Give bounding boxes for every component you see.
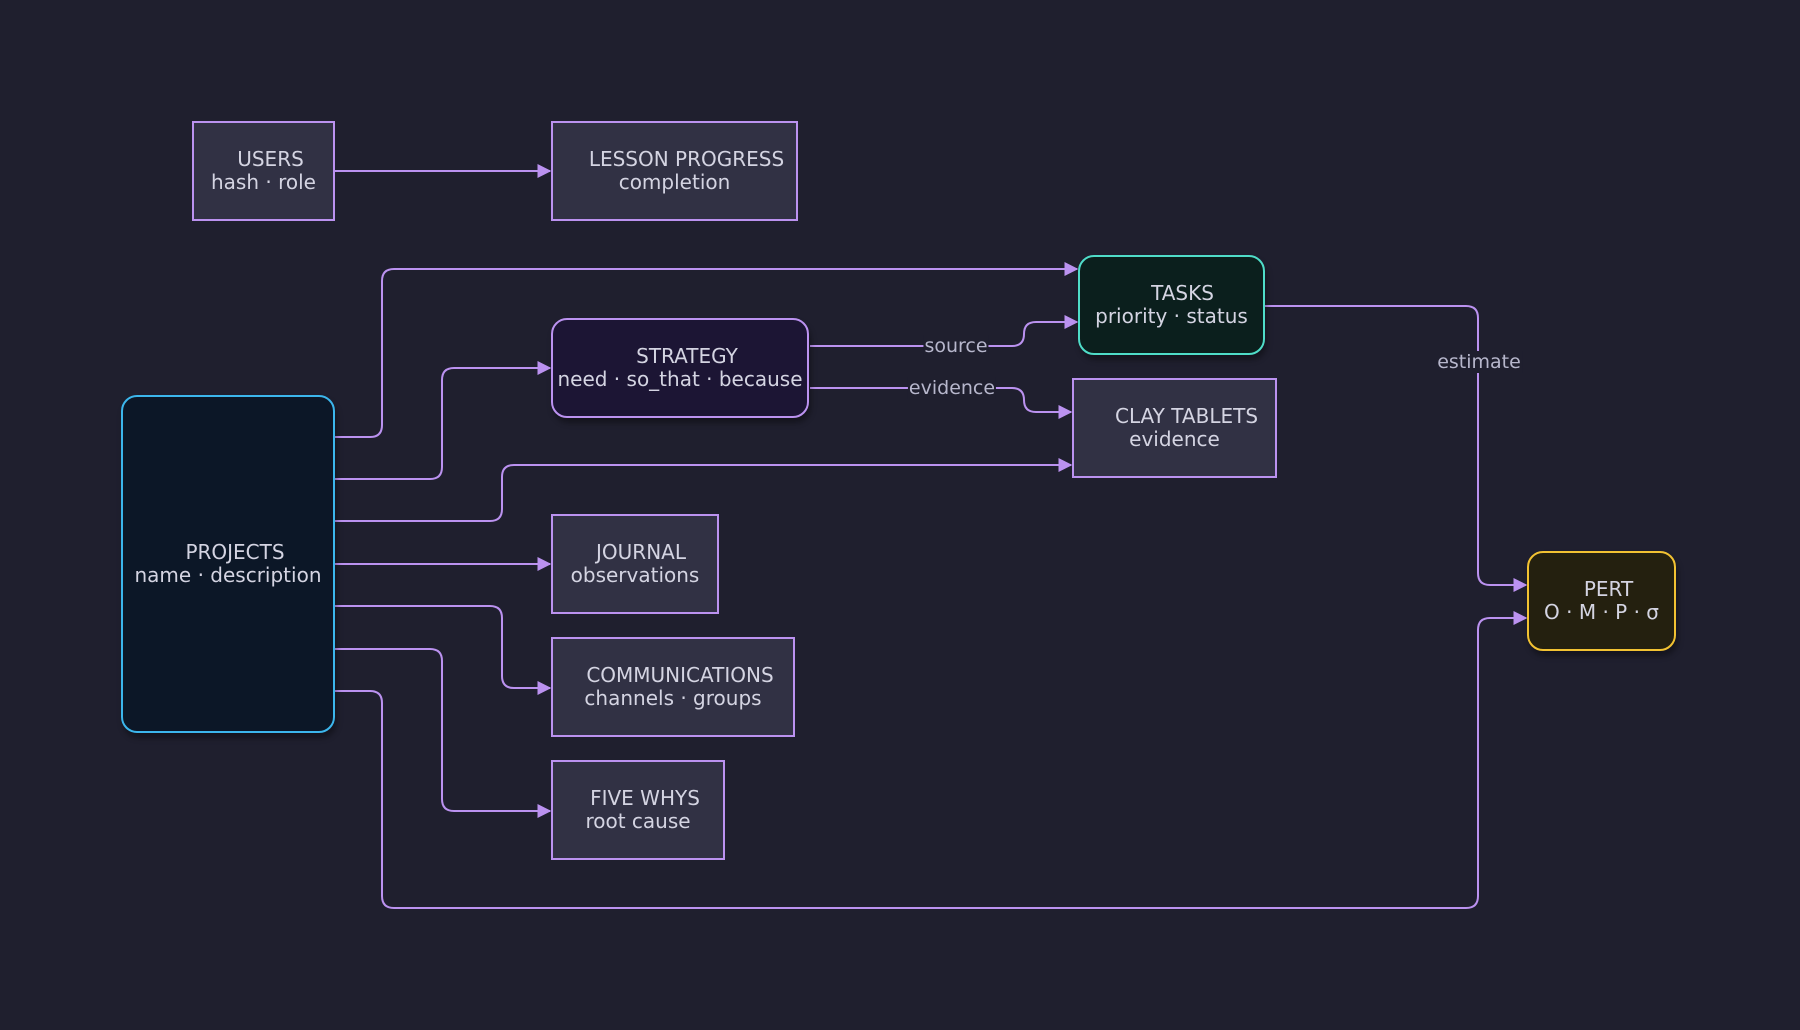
node-clay-tablets[interactable]: CLAY TABLETS evidence [1072, 378, 1277, 478]
edge-tasks-pert [1265, 305, 1528, 592]
node-users-title: USERS [237, 147, 304, 171]
node-projects-title: PROJECTS [185, 540, 285, 564]
node-users[interactable]: USERS hash · role [192, 121, 335, 221]
node-tasks-title: TASKS [1151, 281, 1214, 305]
node-communications[interactable]: COMMUNICATIONS channels · groups [551, 637, 795, 737]
node-strategy-title: STRATEGY [636, 344, 738, 368]
edge-label-source: source [923, 335, 989, 357]
node-five-whys-title: FIVE WHYS [590, 786, 700, 810]
node-pert[interactable]: PERT O · M · P · σ [1527, 551, 1676, 651]
edge-projects-pert [335, 611, 1528, 909]
node-pert-subtitle: O · M · P · σ [1544, 600, 1659, 624]
node-communications-title: COMMUNICATIONS [586, 663, 774, 687]
node-tasks[interactable]: TASKS priority · status [1078, 255, 1265, 355]
node-pert-title: PERT [1583, 577, 1634, 601]
node-clay-tablets-subtitle: evidence [1129, 427, 1220, 451]
edge-label-estimate: estimate [1436, 351, 1522, 373]
edge-label-evidence: evidence [907, 377, 997, 399]
diagram-canvas: source evidence estimate USERS hash · ro… [0, 0, 1800, 1030]
node-clay-tablets-title: CLAY TABLETS [1114, 404, 1259, 428]
node-journal-subtitle: observations [570, 563, 700, 587]
node-projects-subtitle: name · description [134, 563, 322, 587]
node-strategy-subtitle: need · so_that · because [557, 367, 803, 391]
node-lesson-progress-title: LESSON PROGRESS [588, 147, 785, 171]
node-lesson-progress[interactable]: LESSON PROGRESS completion [551, 121, 798, 221]
node-communications-subtitle: channels · groups [584, 686, 762, 710]
node-lesson-progress-subtitle: completion [618, 170, 731, 194]
node-journal-title: JOURNAL [596, 540, 686, 564]
node-users-subtitle: hash · role [211, 170, 316, 194]
node-projects[interactable]: PROJECTS name · description [121, 395, 335, 733]
node-tasks-subtitle: priority · status [1095, 304, 1248, 328]
node-strategy[interactable]: STRATEGY need · so_that · because [551, 318, 809, 418]
node-journal[interactable]: JOURNAL observations [551, 514, 719, 614]
node-five-whys-subtitle: root cause [585, 809, 691, 833]
node-five-whys[interactable]: FIVE WHYS root cause [551, 760, 725, 860]
edge-projects-clay-tablets [335, 458, 1073, 522]
edge-projects-five-whys [335, 648, 552, 818]
edge-projects-strategy [335, 361, 552, 480]
